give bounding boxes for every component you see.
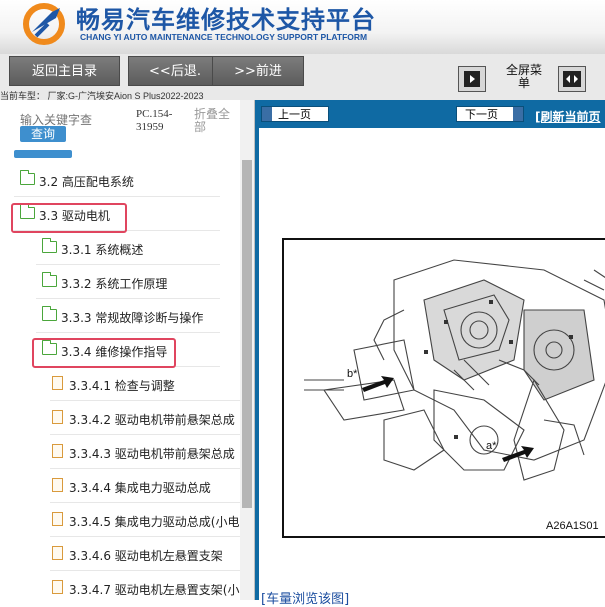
- folder-icon: [41, 272, 57, 287]
- pc-code-text: PC.154-31959: [136, 108, 173, 133]
- document-icon: [52, 580, 63, 594]
- view-image-link[interactable]: [车量浏览该图]: [261, 588, 349, 607]
- refresh-page-link[interactable]: [刷新当前页: [535, 108, 601, 125]
- document-icon: [52, 444, 63, 458]
- platform-title: 畅易汽车维修技术支持平台: [76, 6, 376, 34]
- expand-arrows-icon: [563, 71, 581, 87]
- next-page-button[interactable]: 下一页: [456, 106, 524, 122]
- document-icon: [52, 478, 63, 492]
- document-icon: [52, 376, 63, 390]
- forward-button[interactable]: >>前进: [212, 56, 304, 86]
- tree-item-label: 3.3.4.5 集成电力驱动总成(小电: [69, 515, 240, 529]
- next-page-label: 下一页: [465, 108, 498, 121]
- tree-item-3-3-4-5[interactable]: 3.3.4.5 集成电力驱动总成(小电: [50, 504, 240, 537]
- arrow-right-icon: [513, 107, 523, 121]
- back-to-main-button[interactable]: 返回主目录: [9, 56, 120, 86]
- figure-label-a: a*: [486, 440, 497, 452]
- highlight-box: [32, 338, 176, 368]
- tree-item-label: 3.2 高压配电系统: [39, 175, 134, 189]
- collapse-panel-button[interactable]: [458, 66, 486, 92]
- tree-item-label: 3.3.4.2 驱动电机带前悬架总成: [69, 413, 235, 427]
- app-header: 畅易汽车维修技术支持平台 CHANG YI AUTO MAINTENANCE T…: [0, 0, 605, 55]
- tree-item-3-3-1[interactable]: 3.3.1 系统概述: [36, 232, 220, 265]
- document-icon: [52, 546, 63, 560]
- tree-item-3-3-4-3[interactable]: 3.3.4.3 驱动电机带前悬架总成: [50, 436, 240, 469]
- tree-item-3-2[interactable]: 3.2 高压配电系统: [14, 164, 220, 197]
- content-nav-bar: 上一页 下一页 [刷新当前页: [255, 100, 605, 128]
- tree-top-item[interactable]: [14, 150, 72, 158]
- arrow-left-icon: [262, 107, 272, 121]
- folder-icon: [19, 170, 35, 185]
- collapse-all-link[interactable]: 折叠全部: [194, 108, 238, 134]
- tree-item-3-3-3[interactable]: 3.3.3 常规故障诊断与操作: [36, 300, 220, 333]
- figure-code: A26A1S01: [546, 520, 599, 532]
- tree-item-label: 3.3.4.4 集成电力驱动总成: [69, 481, 211, 495]
- highlight-box: [11, 203, 127, 233]
- search-button[interactable]: 查询: [20, 126, 66, 142]
- tree-item-3-3-4-7[interactable]: 3.3.4.7 驱动电机左悬置支架(小: [50, 572, 240, 600]
- prev-page-button[interactable]: 上一页: [261, 106, 329, 122]
- folder-icon: [41, 306, 57, 321]
- document-icon: [52, 410, 63, 424]
- document-icon: [52, 512, 63, 526]
- platform-title-en: CHANG YI AUTO MAINTENANCE TECHNOLOGY SUP…: [80, 32, 368, 42]
- tree-item-3-3-4-2[interactable]: 3.3.4.2 驱动电机带前悬架总成: [50, 402, 240, 435]
- brand-logo-icon: [23, 3, 65, 45]
- figure-label-b: b*: [347, 368, 358, 380]
- content-left-edge: [255, 128, 259, 600]
- motor-diagram-figure: b* a* A26A1S01: [282, 238, 605, 538]
- content-panel: 上一页 下一页 [刷新当前页 b* a* A26A1S01 [车量浏览该图]: [255, 100, 605, 607]
- drive-motor-illustration: [304, 259, 605, 481]
- tree-item-label: 3.3.4.6 驱动电机左悬置支架: [69, 549, 223, 563]
- tree-item-label: 3.3.4.7 驱动电机左悬置支架(小: [69, 583, 240, 597]
- tree-item-3-3-4-6[interactable]: 3.3.4.6 驱动电机左悬置支架: [50, 538, 240, 571]
- tree-item-label: 3.3.1 系统概述: [61, 243, 144, 257]
- tree-item-3-3-4-4[interactable]: 3.3.4.4 集成电力驱动总成: [50, 470, 240, 503]
- tree-item-label: 3.3.4.1 检查与调整: [69, 379, 175, 393]
- tree-item-label: 3.3.2 系统工作原理: [61, 277, 168, 291]
- back-button[interactable]: <<后退.: [128, 56, 222, 86]
- expand-panel-button[interactable]: [558, 66, 586, 92]
- fullscreen-menu-label[interactable]: 全屏菜单: [506, 64, 542, 90]
- prev-page-label: 上一页: [278, 108, 311, 121]
- tree-item-label: 3.3.4.3 驱动电机带前悬架总成: [69, 447, 235, 461]
- tree-item-3-3-2[interactable]: 3.3.2 系统工作原理: [36, 266, 220, 299]
- tree-item-3-3-4-1[interactable]: 3.3.4.1 检查与调整: [50, 368, 240, 401]
- sidebar-scrollbar-thumb[interactable]: [242, 160, 252, 508]
- folder-icon: [41, 238, 57, 253]
- sidebar-tree-panel: 查询 PC.154-31959 折叠全部 3.2 高压配电系统 3.3 驱动电机…: [0, 100, 255, 600]
- tree-item-label: 3.3.3 常规故障诊断与操作: [61, 311, 204, 325]
- panel-toggle-icon: [464, 71, 480, 87]
